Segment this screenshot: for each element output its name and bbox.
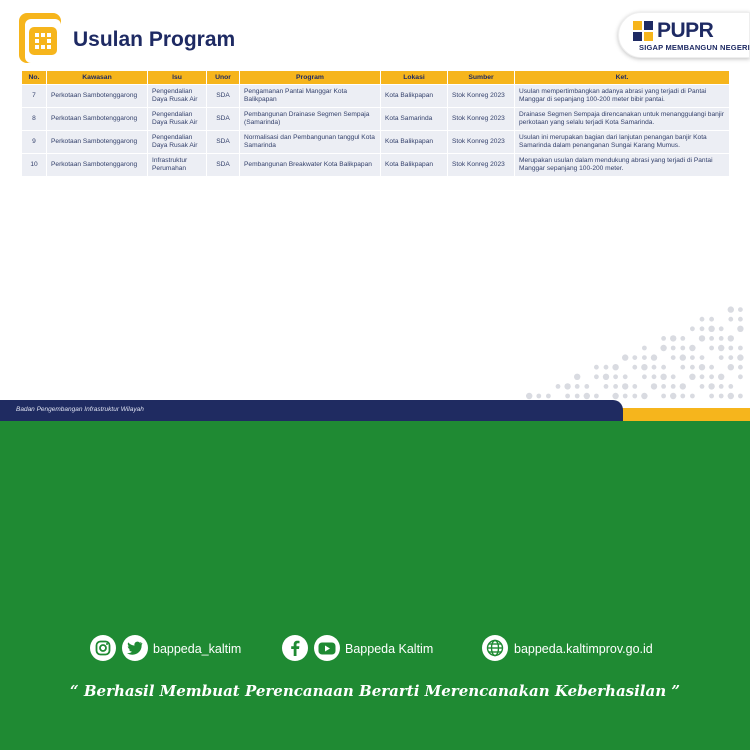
table-row: 9 Perkotaan Sambotenggarong Pengendalian… xyxy=(22,131,729,153)
table-row: 7 Perkotaan Sambotenggarong Pengendalian… xyxy=(22,85,729,107)
instagram-icon[interactable] xyxy=(90,635,116,661)
dot-pattern-decoration xyxy=(526,306,744,400)
cell-sumber: Stok Konreg 2023 xyxy=(448,154,514,176)
motto-quote: “ Berhasil Membuat Perencanaan Berarti M… xyxy=(70,682,680,700)
pupr-tagline: SIGAP MEMBANGUN NEGERI xyxy=(639,43,750,52)
cell-no: 9 xyxy=(22,131,46,153)
cell-lokasi: Kota Balikpapan xyxy=(381,131,447,153)
header-program: Program xyxy=(240,71,380,84)
social-bar: bappeda_kaltim Bappeda Kaltim bappeda.ka… xyxy=(0,633,750,665)
cell-kawasan: Perkotaan Sambotenggarong xyxy=(47,85,147,107)
cell-lokasi: Kota Balikpapan xyxy=(381,154,447,176)
footer-accent xyxy=(610,408,750,421)
cell-kawasan: Perkotaan Sambotenggarong xyxy=(47,154,147,176)
cell-ket: Merupakan usulan dalam mendukung abrasi … xyxy=(515,154,729,176)
cell-kawasan: Perkotaan Sambotenggarong xyxy=(47,108,147,130)
header-sumber: Sumber xyxy=(448,71,514,84)
twitter-icon[interactable] xyxy=(122,635,148,661)
cell-kawasan: Perkotaan Sambotenggarong xyxy=(47,131,147,153)
footer-text: Badan Pengembangan Infrastruktur Wilayah xyxy=(16,406,144,413)
header-lokasi: Lokasi xyxy=(381,71,447,84)
slide-logo xyxy=(19,13,61,63)
cell-unor: SDA xyxy=(207,85,239,107)
cell-ket: Drainase Segmen Sempaja direncanakan unt… xyxy=(515,108,729,130)
cell-sumber: Stok Konreg 2023 xyxy=(448,85,514,107)
header-isu: Isu xyxy=(148,71,206,84)
grid-dots-icon xyxy=(35,33,51,49)
cell-no: 10 xyxy=(22,154,46,176)
cell-lokasi: Kota Samarinda xyxy=(381,108,447,130)
program-table: No. Kawasan Isu Unor Program Lokasi Sumb… xyxy=(21,70,730,177)
pupr-mark-icon xyxy=(633,21,653,41)
cell-program: Pengamanan Pantai Manggar Kota Balikpapa… xyxy=(240,85,380,107)
header-no: No. xyxy=(22,71,46,84)
pupr-name: PUPR xyxy=(657,19,714,42)
table-row: 10 Perkotaan Sambotenggarong Infrastrukt… xyxy=(22,154,729,176)
cell-unor: SDA xyxy=(207,154,239,176)
header-kawasan: Kawasan xyxy=(47,71,147,84)
cell-program: Normalisasi dan Pembangunan tanggul Kota… xyxy=(240,131,380,153)
cell-program: Pembangunan Breakwater Kota Balikpapan xyxy=(240,154,380,176)
cell-unor: SDA xyxy=(207,131,239,153)
cell-sumber: Stok Konreg 2023 xyxy=(448,108,514,130)
cell-no: 7 xyxy=(22,85,46,107)
cell-unor: SDA xyxy=(207,108,239,130)
youtube-icon[interactable] xyxy=(314,635,340,661)
facebook-icon[interactable] xyxy=(282,635,308,661)
cell-ket: Usulan ini merupakan bagian dari lanjuta… xyxy=(515,131,729,153)
cell-ket: Usulan mempertimbangkan adanya abrasi ya… xyxy=(515,85,729,107)
cell-isu: Pengendalian Daya Rusak Air xyxy=(148,108,206,130)
table-header-row: No. Kawasan Isu Unor Program Lokasi Sumb… xyxy=(22,71,729,84)
header-ket: Ket. xyxy=(515,71,729,84)
cell-program: Pembangunan Drainase Segmen Sempaja (Sam… xyxy=(240,108,380,130)
globe-icon[interactable] xyxy=(482,635,508,661)
cell-sumber: Stok Konreg 2023 xyxy=(448,131,514,153)
page-title: Usulan Program xyxy=(73,28,236,51)
cell-isu: Infrastruktur Perumahan xyxy=(148,154,206,176)
cell-no: 8 xyxy=(22,108,46,130)
header-unor: Unor xyxy=(207,71,239,84)
social-page-name[interactable]: Bappeda Kaltim xyxy=(345,642,433,656)
cell-isu: Pengendalian Daya Rusak Air xyxy=(148,131,206,153)
website-link[interactable]: bappeda.kaltimprov.go.id xyxy=(514,642,653,656)
table-row: 8 Perkotaan Sambotenggarong Pengendalian… xyxy=(22,108,729,130)
slide-footer: Badan Pengembangan Infrastruktur Wilayah xyxy=(0,400,623,421)
cell-isu: Pengendalian Daya Rusak Air xyxy=(148,85,206,107)
social-handle[interactable]: bappeda_kaltim xyxy=(153,642,241,656)
pupr-logo: PUPR SIGAP MEMBANGUN NEGERI xyxy=(618,12,750,58)
presentation-slide: Usulan Program PUPR SIGAP MEMBANGUN NEGE… xyxy=(0,0,750,421)
cell-lokasi: Kota Balikpapan xyxy=(381,85,447,107)
